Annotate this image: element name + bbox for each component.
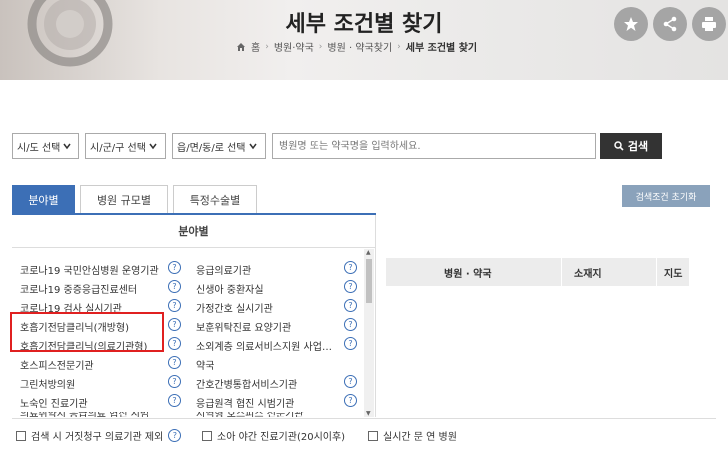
bottom-divider xyxy=(12,418,716,419)
col-hospital: 병원 · 약국 xyxy=(444,268,492,280)
header-banner: 세부 조건별 찾기 홈 › 병원·약국 › 병원 · 약국찾기 › 세부 조건별… xyxy=(0,0,728,80)
list-item[interactable]: 약국 xyxy=(196,357,214,372)
checkbox[interactable] xyxy=(202,430,212,441)
sigungu-select[interactable]: 시/군/구 선택 xyxy=(85,133,166,159)
col-map: 지도 xyxy=(664,268,683,280)
highlight-box xyxy=(10,312,164,352)
print-button[interactable] xyxy=(692,7,726,41)
help-icon[interactable]: ? xyxy=(344,318,357,331)
help-icon[interactable]: ? xyxy=(168,280,181,293)
list-item[interactable]: 지역형 호스피스 전문기관 xyxy=(196,412,304,417)
option-night-pediatric[interactable]: 소아 야간 진료기관(20시이후) xyxy=(202,428,345,443)
scroll-up-icon[interactable]: ▲ xyxy=(366,249,371,256)
help-icon[interactable]: ? xyxy=(344,299,357,312)
help-icon[interactable]: ? xyxy=(168,318,181,331)
tab-field[interactable]: 분야별 xyxy=(12,185,75,213)
result-table-header: 병원 · 약국 소재지 지도 xyxy=(386,258,689,286)
help-icon[interactable]: ? xyxy=(344,280,357,293)
list-item[interactable]: 소외계층 의료서비스지원 사업… xyxy=(196,338,332,353)
sido-select[interactable]: 시/도 선택 xyxy=(12,133,79,159)
share-icon xyxy=(663,16,677,32)
sido-select-value: 시/도 선택 xyxy=(17,142,61,154)
search-row: 시/도 선택 시/군/구 선택 읍/면/동/로 선택 xyxy=(12,133,596,159)
chevron-down-icon xyxy=(149,143,157,150)
share-button[interactable] xyxy=(653,7,687,41)
list-item[interactable]: 응급원격 협진 시범기관 xyxy=(196,395,294,410)
favorite-button[interactable] xyxy=(614,7,648,41)
help-icon[interactable]: ? xyxy=(168,429,182,442)
printer-icon xyxy=(702,17,716,31)
help-icon[interactable]: ? xyxy=(344,375,357,388)
search-button[interactable]: 검색 xyxy=(600,133,662,159)
list-scrollbar[interactable]: ▲ ▼ xyxy=(364,249,374,417)
list-item[interactable]: 그린처방의원 xyxy=(20,376,75,391)
list-item[interactable]: 코로나19 중증응급진료센터 xyxy=(20,281,137,296)
tab-special-surgery[interactable]: 특정수술별 xyxy=(173,185,257,213)
option-label: 실시간 문 연 병원 xyxy=(383,432,457,443)
breadcrumb-home[interactable]: 홈 xyxy=(251,39,260,54)
scroll-down-icon[interactable]: ▼ xyxy=(366,410,371,417)
col-location: 소재지 xyxy=(574,268,602,280)
scroll-thumb[interactable] xyxy=(366,259,372,303)
breadcrumb-hospital[interactable]: 병원·약국 xyxy=(274,39,314,54)
list-item[interactable]: 호스피스전문기관 xyxy=(20,357,94,372)
section-title: 분야별 xyxy=(12,215,375,248)
list-item[interactable]: 코로나19 국민안심병원 운영기관 xyxy=(20,262,159,277)
list-item[interactable]: 의료취약지 응급의료 협진 시범 xyxy=(20,412,149,417)
list-item[interactable]: 신생아 중환자실 xyxy=(196,281,264,296)
chevron-right-icon: › xyxy=(397,41,401,52)
breadcrumb: 홈 › 병원·약국 › 병원 · 약국찾기 › 세부 조건별 찾기 xyxy=(236,39,477,54)
chevron-right-icon: › xyxy=(318,41,323,52)
option-exclude-false-claims[interactable]: 검색 시 거짓청구 의료기관 제외 ? xyxy=(16,428,182,443)
option-open-now[interactable]: 실시간 문 연 병원 xyxy=(368,428,457,443)
help-icon[interactable]: ? xyxy=(168,299,181,312)
option-label: 검색 시 거짓청구 의료기관 제외 xyxy=(31,432,164,443)
help-icon[interactable]: ? xyxy=(168,394,181,407)
eupmyeon-select-value: 읍/면/동/로 선택 xyxy=(177,142,246,154)
search-icon xyxy=(614,141,624,151)
eupmyeon-select[interactable]: 읍/면/동/로 선택 xyxy=(172,133,266,159)
list-item[interactable]: 가정간호 실시기관 xyxy=(196,300,273,315)
chevron-down-icon xyxy=(248,143,257,150)
help-icon[interactable]: ? xyxy=(344,394,357,407)
breadcrumb-current: 세부 조건별 찾기 xyxy=(405,43,478,54)
breadcrumb-search[interactable]: 병원 · 약국찾기 xyxy=(327,39,392,54)
sigungu-select-value: 시/군/구 선택 xyxy=(90,142,146,154)
reset-button[interactable]: 검색조건 초기화 xyxy=(622,185,710,207)
search-button-label: 검색 xyxy=(627,140,649,153)
chevron-down-icon xyxy=(63,143,71,150)
list-item[interactable]: 간호간병통합서비스기관 xyxy=(196,376,297,391)
help-icon[interactable]: ? xyxy=(168,261,181,274)
tab-hospital-size[interactable]: 병원 규모별 xyxy=(80,185,168,213)
help-icon[interactable]: ? xyxy=(344,337,357,350)
help-icon[interactable]: ? xyxy=(168,356,181,369)
list-item[interactable]: 보훈위탁진료 요양기관 xyxy=(196,319,291,334)
option-label: 소아 야간 진료기관(20시이후) xyxy=(217,432,346,443)
hospital-name-input[interactable] xyxy=(272,133,596,159)
chevron-right-icon: › xyxy=(265,41,269,52)
help-icon[interactable]: ? xyxy=(344,261,357,274)
help-icon[interactable]: ? xyxy=(168,375,181,388)
checkbox[interactable] xyxy=(368,430,378,441)
home-icon[interactable] xyxy=(236,42,246,52)
col-divider xyxy=(561,258,562,286)
list-item[interactable]: 노숙인 진료기관 xyxy=(20,395,88,410)
col-divider xyxy=(656,258,657,286)
checkbox[interactable] xyxy=(16,430,26,441)
star-icon xyxy=(624,17,638,31)
list-item[interactable]: 응급의료기관 xyxy=(196,262,251,277)
help-icon[interactable]: ? xyxy=(168,337,181,350)
